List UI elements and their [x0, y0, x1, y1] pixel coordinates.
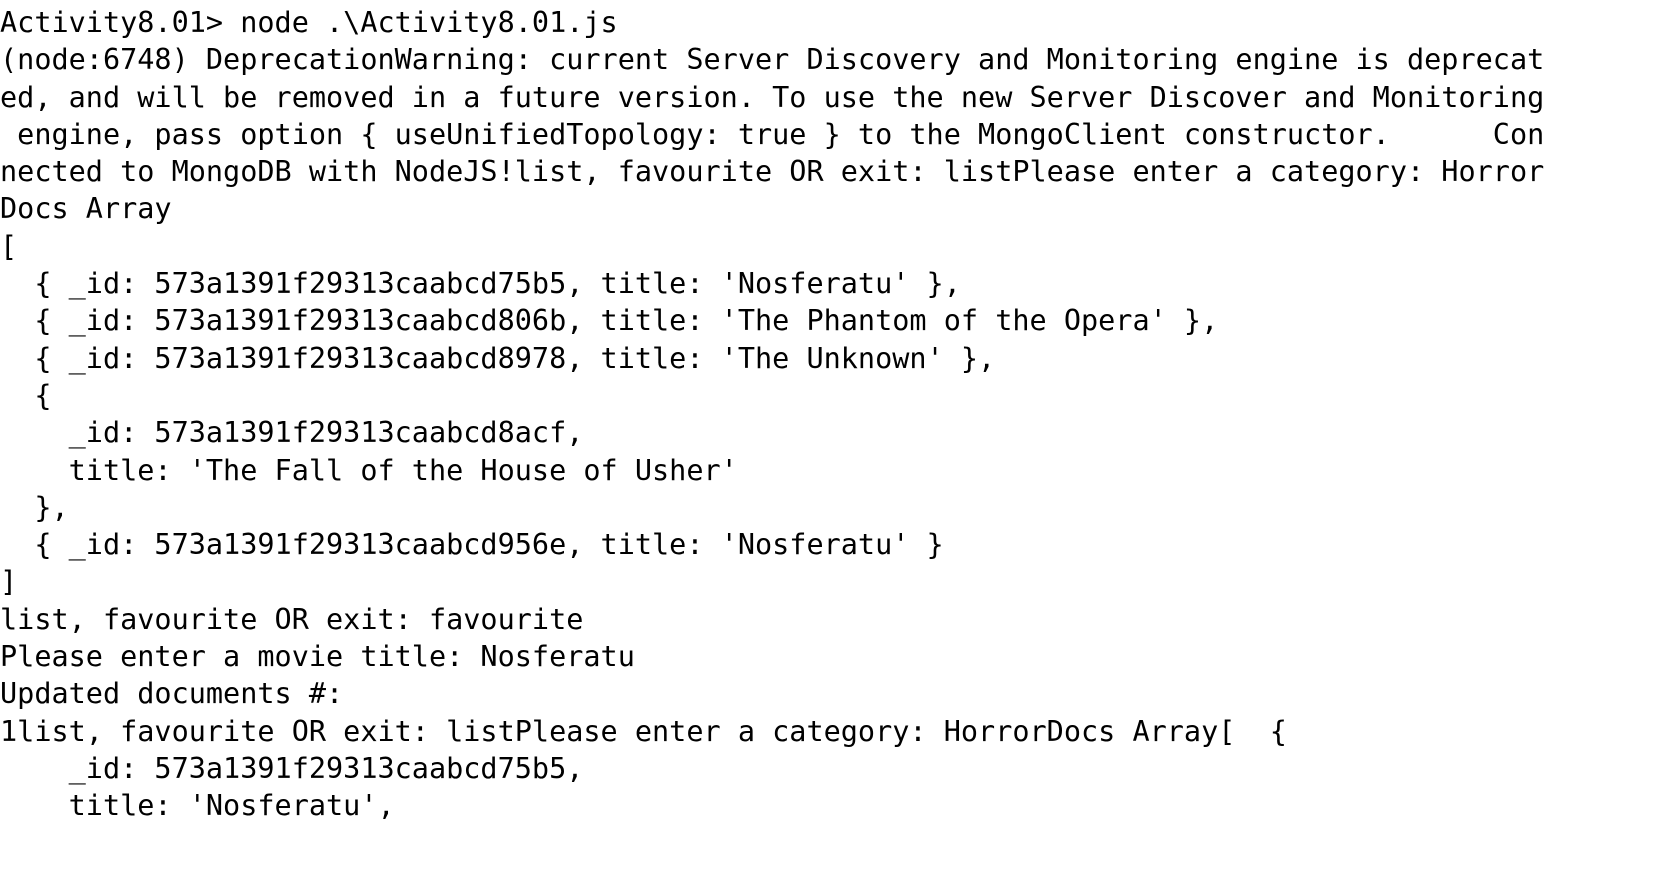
terminal-line-doc-3: { _id: 573a1391f29313caabcd8978, title: … — [0, 341, 996, 375]
terminal-line-doc-4-id: _id: 573a1391f29313caabcd8acf, — [0, 416, 584, 450]
terminal-line-doc-1: { _id: 573a1391f29313caabcd75b5, title: … — [0, 267, 961, 301]
terminal-line-updated-docs: Updated documents #: — [0, 677, 344, 711]
terminal-line-doc-4-close: }, — [0, 490, 69, 524]
terminal-output: Activity8.01> node .\Activity8.01.js (no… — [0, 4, 1665, 884]
terminal-line-list-again: 1list, favourite OR exit: listPlease ent… — [0, 714, 1287, 748]
terminal-line-array-open: [ — [0, 229, 18, 263]
terminal-line-docs-label: Docs Array — [0, 192, 172, 226]
terminal-line-doc-5: { _id: 573a1391f29313caabcd956e, title: … — [0, 528, 944, 562]
terminal-line-command: Activity8.01> node .\Activity8.01.js — [0, 6, 618, 39]
terminal-line-doc-4-title: title: 'The Fall of the House of Usher' — [0, 453, 738, 487]
terminal-line-warning-2: ed, and will be removed in a future vers… — [0, 80, 1545, 114]
terminal-line-warning-1: (node:6748) DeprecationWarning: current … — [0, 43, 1545, 77]
terminal-line-doc-id: _id: 573a1391f29313caabcd75b5, — [0, 751, 584, 785]
terminal-line-prompt-favourite: list, favourite OR exit: favourite — [0, 602, 584, 636]
terminal-line-movie-title: Please enter a movie title: Nosferatu — [0, 640, 635, 674]
terminal-line-warning-3: engine, pass option { useUnifiedTopology… — [0, 117, 1545, 151]
terminal-line-doc-2: { _id: 573a1391f29313caabcd806b, title: … — [0, 304, 1219, 338]
terminal-line-connected: nected to MongoDB with NodeJS!list, favo… — [0, 155, 1545, 189]
terminal-line-array-close: ] — [0, 565, 18, 599]
terminal-line-doc-title: title: 'Nosferatu', — [0, 789, 395, 823]
terminal-line-doc-4-open: { — [0, 378, 52, 412]
